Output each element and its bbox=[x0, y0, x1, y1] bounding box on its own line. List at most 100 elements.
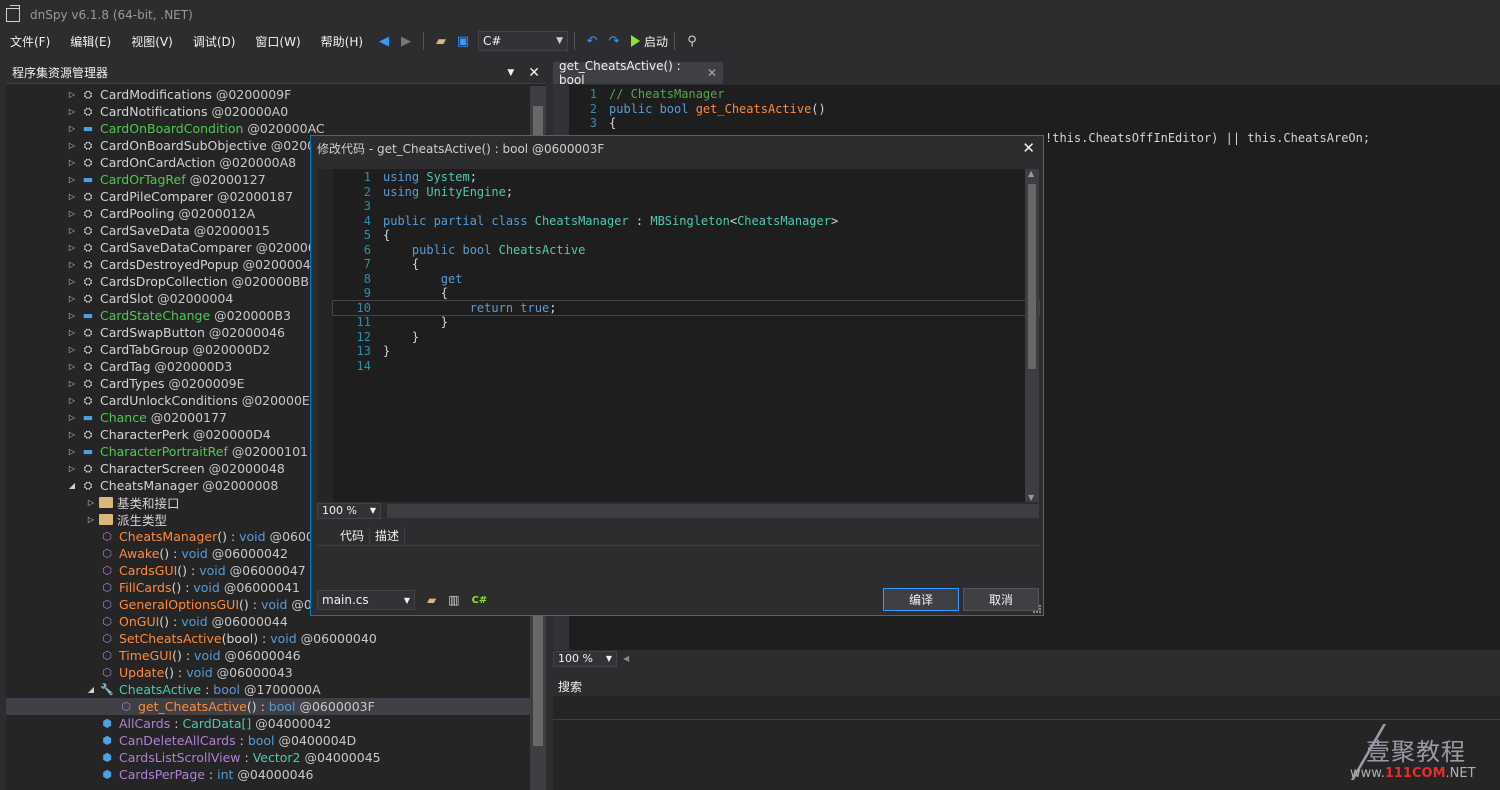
expand-toggle-icon[interactable]: ▷ bbox=[66, 260, 78, 269]
resize-grip-icon[interactable] bbox=[1033, 605, 1041, 613]
panel-dropdown-icon[interactable]: ▼ bbox=[507, 68, 514, 78]
tree-item-signature: () : bbox=[171, 580, 194, 595]
expand-toggle-icon[interactable]: ▷ bbox=[66, 226, 78, 235]
tree-item-type: void bbox=[194, 648, 221, 663]
expand-toggle-icon[interactable]: ▷ bbox=[66, 464, 78, 473]
tree-item[interactable]: ⬡ SetCheatsActive (bool) : void @06000040 bbox=[6, 630, 530, 647]
code-line: 13} bbox=[333, 344, 1039, 359]
tree-item-name: CheatsActive bbox=[119, 682, 202, 697]
tree-item-signature: () : bbox=[177, 563, 200, 578]
open-file-icon[interactable]: ▰ bbox=[427, 593, 436, 607]
references-icon[interactable]: ▥ bbox=[448, 593, 459, 607]
expand-toggle-icon[interactable]: ▷ bbox=[66, 430, 78, 439]
tree-item[interactable]: ⬢ CardsListScrollView : Vector2 @04000045 bbox=[6, 749, 530, 766]
expand-toggle-icon[interactable]: ▷ bbox=[66, 311, 78, 320]
tab-code[interactable]: 代码 bbox=[335, 527, 371, 544]
expand-toggle-icon[interactable]: ▷ bbox=[66, 90, 78, 99]
expand-toggle-icon[interactable]: ▷ bbox=[66, 277, 78, 286]
close-icon[interactable]: ✕ bbox=[528, 65, 540, 81]
scroll-left-icon[interactable]: ◀ bbox=[623, 654, 629, 663]
save-all-icon[interactable]: ▣ bbox=[453, 31, 473, 51]
expand-toggle-icon[interactable]: ▷ bbox=[66, 158, 78, 167]
class-icon: ⛭ bbox=[83, 325, 93, 339]
expand-toggle-icon[interactable]: ▷ bbox=[66, 192, 78, 201]
code-token: } bbox=[383, 315, 449, 329]
compile-button[interactable]: 编译 bbox=[883, 588, 959, 611]
tree-item-name: CheatsManager bbox=[119, 529, 218, 544]
dialog-editor-scrollbar[interactable]: ▲ ▼ bbox=[1025, 169, 1039, 502]
editor-zoom-select[interactable]: 100 % ▼ bbox=[553, 650, 617, 667]
back-icon[interactable]: ◀ bbox=[374, 31, 394, 51]
expand-toggle-icon[interactable]: ◢ bbox=[66, 481, 78, 490]
tree-item[interactable]: ⬡ Update() : void @06000043 bbox=[6, 664, 530, 681]
expand-toggle-icon[interactable]: ▷ bbox=[66, 328, 78, 337]
undo-icon[interactable]: ↶ bbox=[582, 31, 602, 51]
menu-item[interactable]: 帮助(H) bbox=[311, 33, 373, 50]
line-number: 9 bbox=[363, 286, 371, 300]
expand-toggle-icon[interactable]: ▷ bbox=[66, 294, 78, 303]
tree-item[interactable]: ⬢ CardsPerPage : int @04000046 bbox=[6, 766, 530, 783]
menu-bar: 文件(F) 编辑(E) 视图(V) 调试(D) 窗口(W) 帮助(H) ◀ ▶ ▰ ▣ C… bbox=[0, 30, 1500, 52]
tree-item[interactable]: ⬢ AllCards : CardData[] @04000042 bbox=[6, 715, 530, 732]
tree-item[interactable]: ⬡ get_CheatsActive() : bool @0600003F bbox=[6, 698, 530, 715]
tree-item-name: CardOnBoardCondition bbox=[100, 121, 244, 136]
expand-toggle-icon[interactable]: ▷ bbox=[66, 413, 78, 422]
scrollbar-thumb[interactable] bbox=[1028, 184, 1036, 369]
tree-item-signature: : bbox=[204, 767, 218, 782]
expand-toggle-icon[interactable]: ▷ bbox=[66, 243, 78, 252]
expand-toggle-icon[interactable]: ▷ bbox=[66, 141, 78, 150]
horizontal-scrollbar[interactable] bbox=[387, 503, 1039, 518]
app-icon bbox=[6, 5, 20, 22]
cancel-button[interactable]: 取消 bbox=[963, 588, 1039, 611]
search-icon[interactable]: ⚲ bbox=[682, 31, 702, 51]
tree-item-token: @02000004 bbox=[153, 291, 234, 306]
tree-item[interactable]: ⬢ CanDeleteAllCards : bool @0400004D bbox=[6, 732, 530, 749]
tree-item[interactable]: ▷ ⛭ CardNotifications @020000A0 bbox=[6, 103, 530, 120]
csharp-file-icon[interactable]: C# bbox=[472, 595, 488, 606]
scroll-up-icon[interactable]: ▲ bbox=[1028, 169, 1034, 178]
forward-icon[interactable]: ▶ bbox=[396, 31, 416, 51]
tree-item-signature: : bbox=[170, 716, 183, 731]
file-select[interactable]: main.cs ▼ bbox=[317, 590, 415, 610]
code-line: 14 bbox=[333, 359, 1039, 374]
dialog-code-editor[interactable]: 1 using System; 2 using UnityEngine; 3 4 publi… bbox=[317, 169, 1040, 502]
redo-icon[interactable]: ↷ bbox=[604, 31, 624, 51]
watermark-url-suffix: .NET bbox=[1445, 766, 1476, 781]
tree-item[interactable]: ▷ ⛭ CardModifications @0200009F bbox=[6, 86, 530, 103]
dialog-zoom-select[interactable]: 100 % ▼ bbox=[317, 502, 381, 519]
expand-toggle-icon[interactable]: ▷ bbox=[66, 175, 78, 184]
scroll-down-icon[interactable]: ▼ bbox=[1028, 493, 1034, 502]
menu-item[interactable]: 调试(D) bbox=[183, 33, 246, 50]
code-token: { bbox=[383, 286, 449, 300]
close-icon[interactable]: ✕ bbox=[1022, 139, 1035, 157]
expand-toggle-icon[interactable]: ▷ bbox=[66, 209, 78, 218]
tab-get-cheats-active[interactable]: get_CheatsActive() : bool ✕ bbox=[553, 59, 723, 87]
tab-description[interactable]: 描述 bbox=[370, 527, 406, 544]
expand-toggle-icon[interactable]: ▷ bbox=[66, 396, 78, 405]
expand-toggle-icon[interactable]: ▷ bbox=[66, 379, 78, 388]
editor-status-bar: 100 % ▼ ◀ bbox=[553, 650, 1500, 667]
field-icon: ⬢ bbox=[102, 751, 112, 764]
method-icon: ⬡ bbox=[102, 632, 112, 645]
tree-item-name: GeneralOptionsGUI bbox=[119, 597, 240, 612]
close-icon[interactable]: ✕ bbox=[707, 66, 717, 80]
tree-item[interactable]: ◢ 🔧 CheatsActive : bool @1700000A bbox=[6, 681, 530, 698]
language-select[interactable]: C# ▼ bbox=[478, 31, 569, 51]
expand-toggle-icon[interactable]: ▷ bbox=[66, 362, 78, 371]
tree-item[interactable]: ⬡ TimeGUI() : void @06000046 bbox=[6, 647, 530, 664]
menu-item[interactable]: 视图(V) bbox=[121, 33, 183, 50]
expand-toggle-icon[interactable]: ▷ bbox=[66, 345, 78, 354]
expand-toggle-icon[interactable]: ▷ bbox=[66, 124, 78, 133]
expand-toggle-icon[interactable]: ▷ bbox=[66, 447, 78, 456]
expand-toggle-icon[interactable]: ▷ bbox=[66, 107, 78, 116]
expand-toggle-icon[interactable]: ▷ bbox=[85, 498, 97, 507]
expand-toggle-icon[interactable]: ▷ bbox=[85, 515, 97, 524]
menu-item[interactable]: 窗口(W) bbox=[245, 33, 310, 50]
start-button[interactable]: 启动 bbox=[631, 33, 668, 50]
menu-item[interactable]: 编辑(E) bbox=[60, 33, 121, 50]
open-folder-icon[interactable]: ▰ bbox=[431, 31, 451, 51]
tree-item-signature: (bool) : bbox=[221, 631, 271, 646]
menu-item[interactable]: 文件(F) bbox=[0, 33, 60, 50]
class-icon: ⛭ bbox=[83, 274, 93, 288]
expand-toggle-icon[interactable]: ◢ bbox=[85, 685, 97, 694]
